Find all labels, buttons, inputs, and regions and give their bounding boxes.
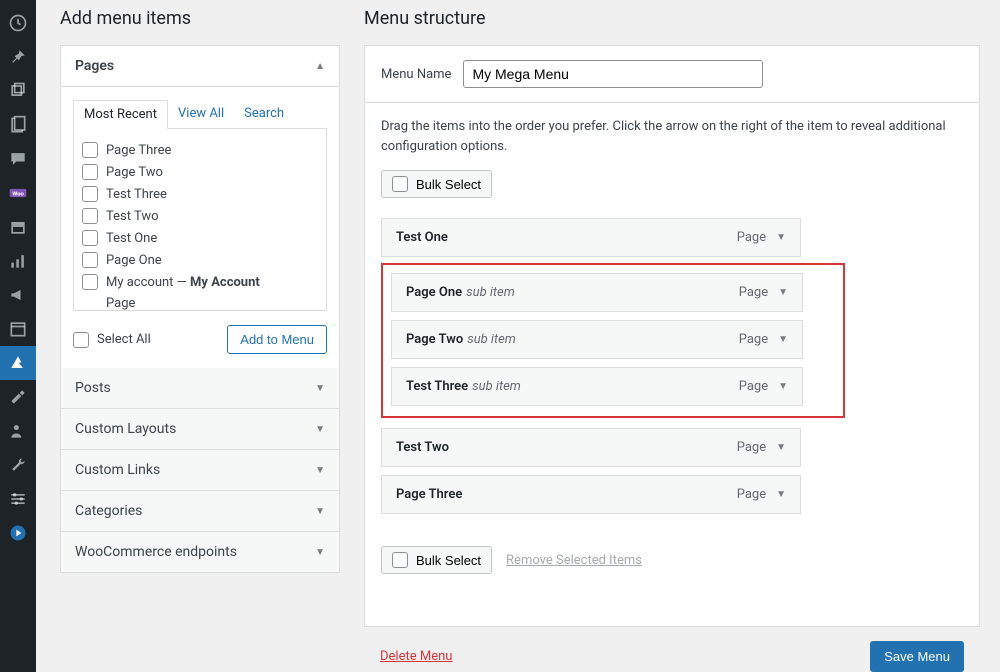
admin-sidebar: Woo xyxy=(0,0,36,672)
triangle-down-icon: ▼ xyxy=(315,465,325,476)
checkbox[interactable] xyxy=(82,164,98,180)
tab-most-recent[interactable]: Most Recent xyxy=(73,100,168,129)
panel-woo-endpoints-head[interactable]: WooCommerce endpoints▼ xyxy=(61,532,339,572)
settings-icon[interactable] xyxy=(0,482,36,516)
triangle-down-icon: ▼ xyxy=(778,334,788,345)
page-item[interactable]: Test Two xyxy=(82,205,318,227)
page-item[interactable]: Test Three xyxy=(82,183,318,205)
pages-icon[interactable] xyxy=(0,108,36,142)
svg-text:Woo: Woo xyxy=(12,192,24,198)
triangle-down-icon: ▼ xyxy=(315,506,325,517)
menu-instructions: Drag the items into the order you prefer… xyxy=(381,117,963,156)
add-items-title: Add menu items xyxy=(60,8,340,29)
page-list[interactable]: Page Three Page Two Test Three Test Two … xyxy=(73,129,327,311)
triangle-down-icon: ▼ xyxy=(315,547,325,558)
add-to-menu-button[interactable]: Add to Menu xyxy=(227,325,327,354)
triangle-up-icon: ▲ xyxy=(315,61,325,72)
menu-items-list: Test One Page▼ Page Onesub item Page▼ Pa… xyxy=(381,218,963,522)
panel-categories-head[interactable]: Categories▼ xyxy=(61,491,339,532)
page-item[interactable]: Page xyxy=(82,293,318,311)
media-icon[interactable] xyxy=(0,74,36,108)
triangle-down-icon: ▼ xyxy=(315,383,325,394)
bulk-select-button[interactable]: Bulk Select xyxy=(381,170,492,198)
checkbox xyxy=(392,552,408,568)
menu-item[interactable]: Test Two Page▼ xyxy=(381,428,801,467)
triangle-down-icon: ▼ xyxy=(315,424,325,435)
page-item[interactable]: Test One xyxy=(82,227,318,249)
menu-item-sub[interactable]: Page Onesub item Page▼ xyxy=(391,273,803,312)
page-item[interactable]: Page Two xyxy=(82,161,318,183)
accordion: Pages ▲ Most Recent View All Search Page… xyxy=(60,45,340,573)
triangle-down-icon: ▼ xyxy=(776,489,786,500)
appearance-icon[interactable] xyxy=(0,346,36,380)
comments-icon[interactable] xyxy=(0,142,36,176)
dashboard-icon[interactable] xyxy=(0,6,36,40)
checkbox[interactable] xyxy=(82,230,98,246)
tools-icon[interactable] xyxy=(0,448,36,482)
panel-pages-head[interactable]: Pages ▲ xyxy=(61,46,339,87)
panel-pages-body: Most Recent View All Search Page Three P… xyxy=(61,87,339,368)
megaphone-icon[interactable] xyxy=(0,278,36,312)
bulk-select-button[interactable]: Bulk Select xyxy=(381,546,492,574)
plugins-icon[interactable] xyxy=(0,380,36,414)
archive-icon[interactable] xyxy=(0,210,36,244)
select-all[interactable]: Select All xyxy=(73,332,151,348)
checkbox xyxy=(392,176,408,192)
panel-custom-layouts-head[interactable]: Custom Layouts▼ xyxy=(61,409,339,450)
checkbox[interactable] xyxy=(82,274,98,290)
page-item[interactable]: Page Three xyxy=(82,139,318,161)
delete-menu-link[interactable]: Delete Menu xyxy=(380,649,452,664)
highlight-box: Page Onesub item Page▼ Page Twosub item … xyxy=(381,263,845,418)
triangle-down-icon: ▼ xyxy=(776,232,786,243)
tab-view-all[interactable]: View All xyxy=(168,100,234,129)
menu-name-label: Menu Name xyxy=(381,67,451,82)
page-item[interactable]: My account — My Account xyxy=(82,271,318,293)
checkbox[interactable] xyxy=(82,252,98,268)
users-icon[interactable] xyxy=(0,414,36,448)
menu-box: Menu Name Drag the items into the order … xyxy=(364,45,980,627)
calendar-icon[interactable] xyxy=(0,312,36,346)
woo-icon[interactable]: Woo xyxy=(0,176,36,210)
menu-item[interactable]: Page Three Page▼ xyxy=(381,475,801,514)
triangle-down-icon: ▼ xyxy=(778,381,788,392)
checkbox[interactable] xyxy=(82,186,98,202)
menu-item-sub[interactable]: Page Twosub item Page▼ xyxy=(391,320,803,359)
menu-item-sub[interactable]: Test Threesub item Page▼ xyxy=(391,367,803,406)
menu-name-input[interactable] xyxy=(463,60,763,88)
menu-structure-title: Menu structure xyxy=(364,8,980,29)
panel-posts-head[interactable]: Posts▼ xyxy=(61,368,339,409)
save-menu-button[interactable]: Save Menu xyxy=(870,641,964,672)
page-tabs: Most Recent View All Search xyxy=(73,99,327,129)
triangle-down-icon: ▼ xyxy=(776,442,786,453)
checkbox[interactable] xyxy=(82,208,98,224)
play-icon[interactable] xyxy=(0,516,36,550)
remove-selected-link: Remove Selected Items xyxy=(506,553,642,568)
panel-pages-label: Pages xyxy=(75,58,114,74)
triangle-down-icon: ▼ xyxy=(778,287,788,298)
checkbox[interactable] xyxy=(73,332,89,348)
panel-custom-links-head[interactable]: Custom Links▼ xyxy=(61,450,339,491)
menu-item[interactable]: Test One Page▼ xyxy=(381,218,801,257)
analytics-icon[interactable] xyxy=(0,244,36,278)
page-item[interactable]: Page One xyxy=(82,249,318,271)
pin-icon[interactable] xyxy=(0,40,36,74)
tab-search[interactable]: Search xyxy=(234,100,294,129)
checkbox[interactable] xyxy=(82,142,98,158)
